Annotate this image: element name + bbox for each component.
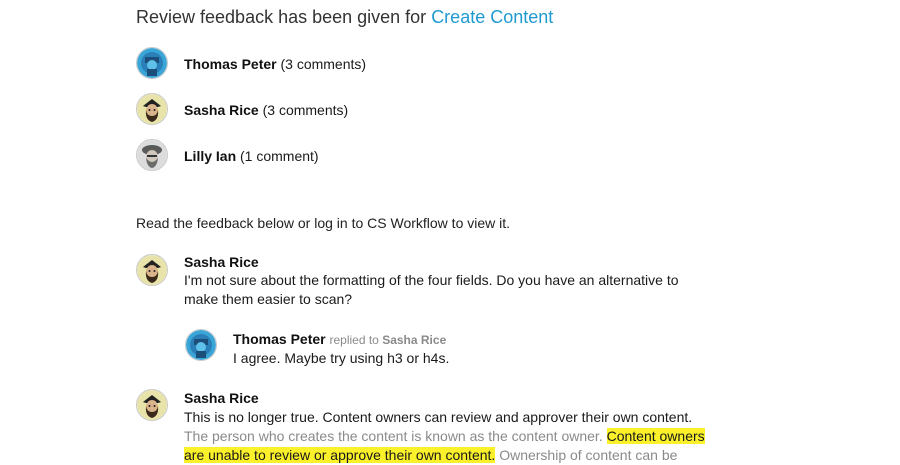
comment-body-quoted: This is no longer true. Content owners c… <box>184 408 714 465</box>
reviewer-lilly-ian: Lilly Ian (1 comment) <box>184 147 319 165</box>
email-headline: Review feedback has been given for Creat… <box>136 6 553 28</box>
comment-avatar-sasha-rice <box>136 254 168 286</box>
create-content-link[interactable]: Create Content <box>431 7 553 27</box>
thomas-peter-avatar-icon <box>186 330 216 360</box>
comment-author: Sasha Rice <box>184 390 259 406</box>
reply-header: Thomas Peter replied to Sasha Rice <box>233 330 446 349</box>
comment-body: I'm not sure about the formatting of the… <box>184 272 679 307</box>
sasha-rice-avatar-icon <box>137 255 167 285</box>
reviewer-name: Sasha Rice <box>184 102 259 118</box>
reply-body: I agree. Maybe try using h3 or h4s. <box>233 350 450 366</box>
reviewer-sasha-rice: Sasha Rice (3 comments) <box>184 101 348 119</box>
reviewer-thomas-peter: Thomas Peter (3 comments) <box>184 55 366 73</box>
sasha-rice-avatar-icon <box>137 94 167 124</box>
quoted-muted-text-end: Ownership of content can be <box>499 447 678 463</box>
replied-to-label: replied to Sasha Rice <box>329 333 446 347</box>
headline-prefix: Review feedback has been given for <box>136 7 432 27</box>
intro-text: Read the feedback below or log in to CS … <box>136 215 511 231</box>
avatar-thomas-peter <box>136 47 168 79</box>
comment-avatar-sasha-rice-2 <box>136 389 168 421</box>
avatar-sasha-rice <box>136 93 168 125</box>
reviewer-comment-count: (1 comment) <box>240 148 319 164</box>
sasha-rice-avatar-icon <box>137 390 167 420</box>
comment-author: Sasha Rice <box>184 254 259 270</box>
replied-to-text: replied to <box>329 333 379 347</box>
thomas-peter-avatar-icon <box>137 48 167 78</box>
replied-to-name: Sasha Rice <box>382 333 447 347</box>
quoted-muted-text: The person who creates the content is kn… <box>184 428 603 444</box>
reviewer-name: Thomas Peter <box>184 56 277 72</box>
reviewer-name: Lilly Ian <box>184 148 237 164</box>
reply-avatar-thomas-peter <box>185 329 217 361</box>
reviewer-comment-count: (3 comments) <box>262 102 349 118</box>
avatar-lilly-ian <box>136 139 168 171</box>
lilly-ian-avatar-icon <box>137 140 167 170</box>
reviewer-comment-count: (3 comments) <box>280 56 367 72</box>
reply-author: Thomas Peter <box>233 331 326 347</box>
comment-main-text: This is no longer true. Content owners c… <box>184 409 693 425</box>
